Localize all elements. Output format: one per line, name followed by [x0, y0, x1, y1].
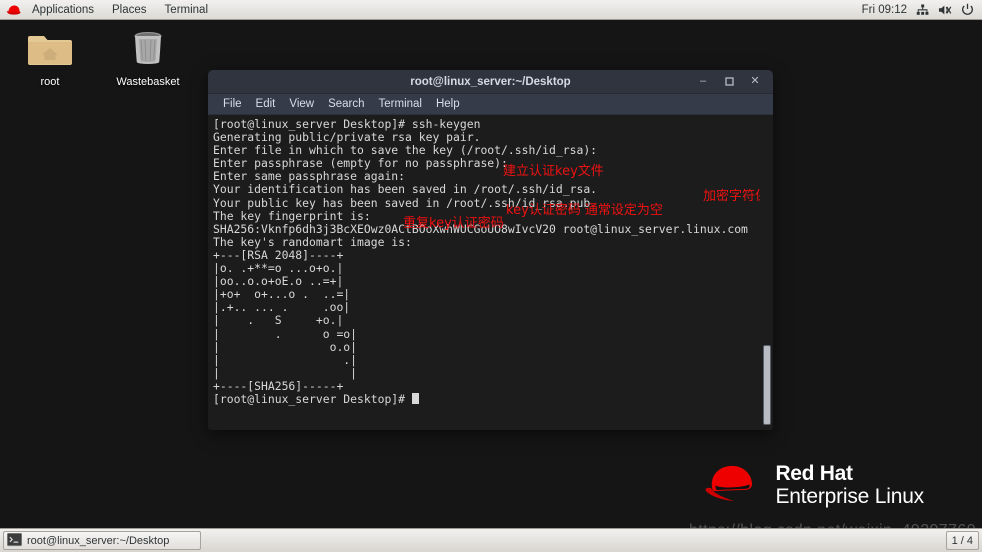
rhel-line2: Enterprise Linux	[775, 484, 924, 508]
menu-search[interactable]: Search	[321, 94, 371, 114]
scrollbar-thumb[interactable]	[763, 345, 771, 425]
desktop-icon-wastebasket[interactable]: Wastebasket	[110, 28, 186, 88]
annotation-create-key-file: 建立认证key文件	[503, 164, 604, 179]
menu-view[interactable]: View	[282, 94, 321, 114]
panel-status-area: Fri 09:12	[862, 0, 982, 19]
annotation-repeat-passphrase: 重复key认证密码	[403, 216, 504, 231]
panel-menu-applications[interactable]: Applications	[23, 0, 103, 19]
close-button[interactable]: ✕	[749, 76, 761, 88]
rhel-brand-text: Red Hat Enterprise Linux	[775, 463, 924, 507]
rhel-branding: Red Hat Enterprise Linux	[701, 461, 924, 510]
rhel-line1: Red Hat	[775, 462, 853, 486]
terminal-output-area[interactable]: [root@linux_server Desktop]# ssh-keygen …	[208, 115, 773, 430]
home-folder-icon	[27, 28, 73, 73]
taskbar-window-button[interactable]: root@linux_server:~/Desktop	[3, 531, 201, 550]
panel-menu-places[interactable]: Places	[103, 0, 156, 19]
volume-muted-icon[interactable]	[938, 4, 952, 16]
terminal-title: root@linux_server:~/Desktop	[410, 75, 571, 88]
top-panel: Applications Places Terminal Fri 09:12	[0, 0, 982, 20]
network-icon[interactable]	[916, 3, 929, 16]
annotation-key-passphrase: key认证密码 通常设定为空	[506, 203, 663, 218]
menu-help[interactable]: Help	[429, 94, 467, 114]
desktop-icon-root-label: root	[40, 76, 60, 88]
desktop-icon-root[interactable]: root	[12, 28, 88, 88]
panel-menu-group: Applications Places Terminal	[0, 0, 217, 19]
clock[interactable]: Fri 09:12	[862, 4, 907, 16]
terminal-window[interactable]: root@linux_server:~/Desktop – ✕ File Edi…	[208, 70, 773, 430]
power-icon[interactable]	[961, 3, 974, 16]
workspace-indicator[interactable]: 1 / 4	[945, 531, 979, 550]
maximize-button[interactable]	[723, 76, 735, 88]
panel-menu-places-label: Places	[112, 3, 147, 16]
menu-terminal[interactable]: Terminal	[372, 94, 429, 114]
terminal-cursor	[411, 392, 419, 404]
redhat-logo-icon	[6, 4, 21, 16]
terminal-icon	[7, 532, 22, 550]
taskbar-window-label: root@linux_server:~/Desktop	[27, 534, 170, 547]
menu-edit[interactable]: Edit	[249, 94, 283, 114]
menu-file[interactable]: File	[216, 94, 249, 114]
taskbar: root@linux_server:~/Desktop 1 / 4	[0, 528, 982, 552]
terminal-text: [root@linux_server Desktop]# ssh-keygen …	[213, 117, 748, 406]
panel-menu-terminal[interactable]: Terminal	[156, 0, 217, 19]
terminal-scrollbar[interactable]	[760, 115, 773, 430]
window-controls: – ✕	[697, 76, 773, 88]
panel-menu-applications-label: Applications	[32, 3, 95, 16]
desktop-icon-wastebasket-label: Wastebasket	[116, 76, 180, 88]
panel-menu-terminal-label: Terminal	[164, 3, 209, 16]
minimize-button[interactable]: –	[697, 76, 709, 88]
terminal-menubar: File Edit View Search Terminal Help	[208, 94, 773, 115]
redhat-fedora-icon	[701, 461, 763, 510]
trash-icon	[127, 28, 169, 73]
terminal-titlebar[interactable]: root@linux_server:~/Desktop – ✕	[208, 70, 773, 94]
